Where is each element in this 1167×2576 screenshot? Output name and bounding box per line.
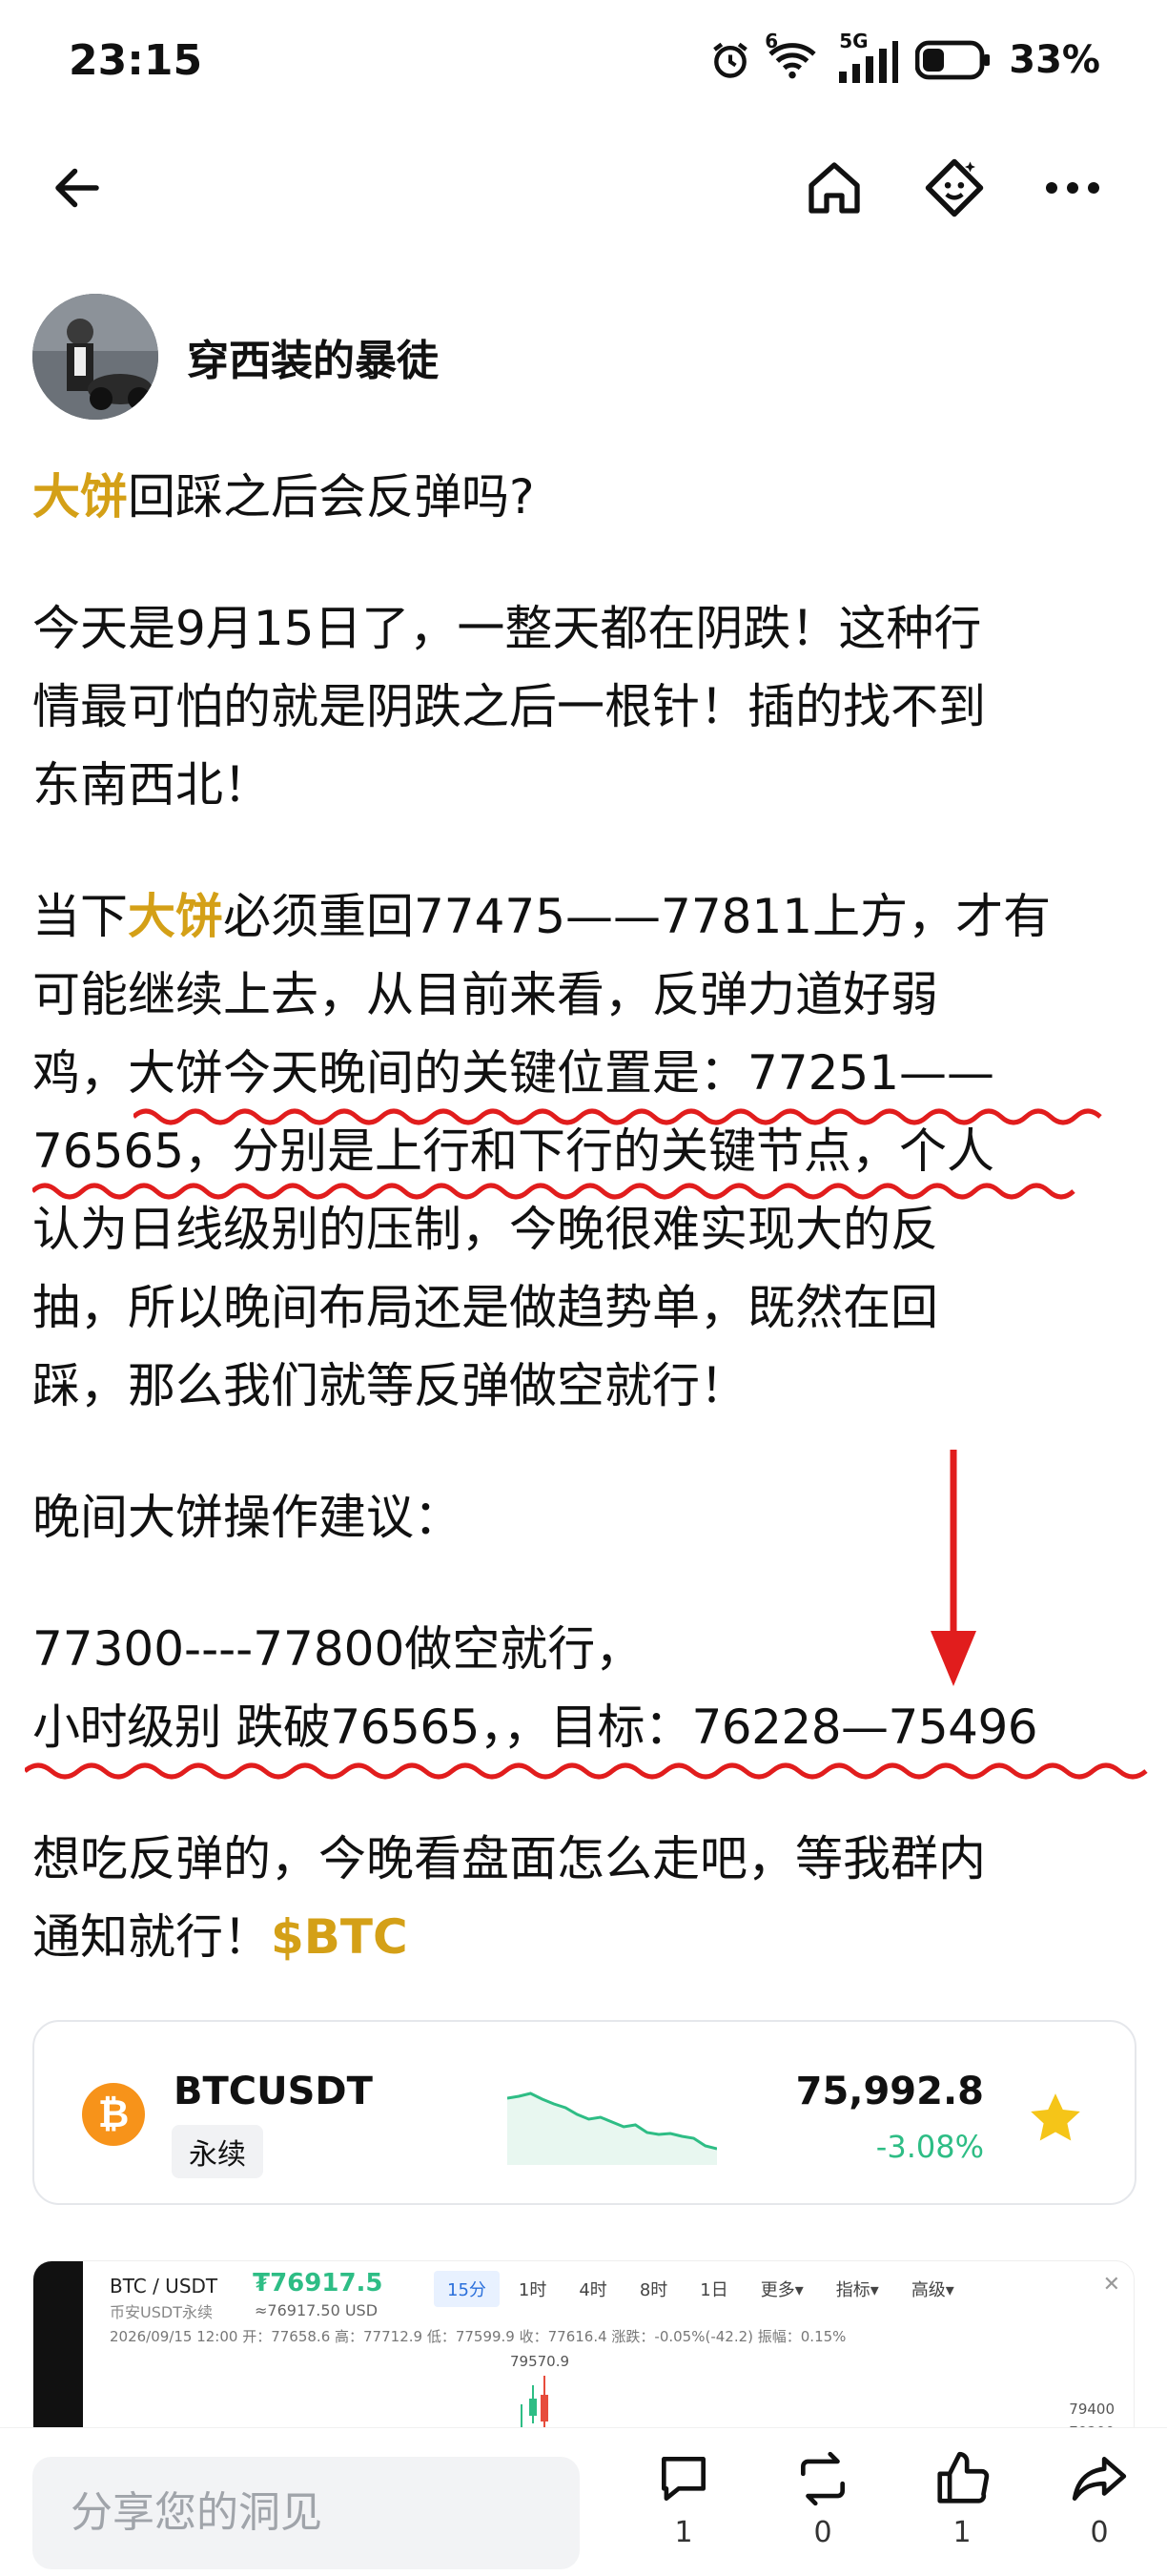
- cp-price-sub: ≈76917.50 USD: [255, 2301, 379, 2319]
- wifi-label: 6: [765, 30, 779, 52]
- title-rest: 回踩之后会反弹吗?: [128, 469, 535, 525]
- status-bar: 23:15 6 5G 33%: [0, 0, 1167, 134]
- cp-sub: 币安USDT永续: [110, 2303, 213, 2321]
- status-time: 23:15: [69, 36, 203, 85]
- post-body: 大饼回踩之后会反弹吗? 今天是9月15日了，一整天都在阴跌！这种行 情最可怕的就…: [32, 458, 1129, 1976]
- alarm-icon: [713, 42, 748, 78]
- back-button[interactable]: [44, 155, 111, 221]
- p5-text: 通知就行！: [32, 1909, 271, 1965]
- p2-line: 抽，所以晚间布局还是做趋势单，既然在回: [32, 1280, 938, 1335]
- smart-tag-button[interactable]: [921, 155, 988, 221]
- share-count: 0: [1090, 2516, 1109, 2549]
- red-arrow: [931, 1450, 976, 1686]
- p2-line: 当下大饼必须重回77475——77811上方，才有: [32, 877, 1129, 956]
- repost-icon: [801, 2451, 845, 2506]
- cp-interval-tab[interactable]: 15分: [434, 2271, 500, 2307]
- thumbs-up-icon: [937, 2451, 990, 2504]
- btc-coin-icon: ₿: [82, 2083, 145, 2146]
- ticker-card[interactable]: ₿ BTCUSDT 永续 75,992.8 -3.08%: [32, 2020, 1136, 2205]
- cp-pair: BTC / USDT: [110, 2275, 218, 2298]
- more-icon: [1046, 182, 1099, 194]
- top-nav: [0, 134, 1167, 238]
- cp-interval-tab[interactable]: 高级▾: [898, 2271, 968, 2307]
- share-arrow-icon: [1072, 2457, 1127, 2501]
- red-underline-3: [25, 1762, 1148, 1780]
- p1-line: 今天是9月15日了，一整天都在阴跌！这种行: [32, 601, 982, 656]
- cp-interval-tab[interactable]: 4时: [565, 2271, 620, 2307]
- more-button[interactable]: [1039, 155, 1106, 221]
- cp-axis-label: 79400: [1069, 2401, 1115, 2418]
- comment-count: 1: [674, 2516, 693, 2549]
- title-highlight: 大饼: [32, 469, 128, 525]
- cp-interval-tab[interactable]: 8时: [626, 2271, 681, 2307]
- sparkline-area: [507, 2093, 717, 2165]
- ticker-change: -3.08%: [875, 2129, 984, 2165]
- p5-line: 通知就行！$BTC: [32, 1898, 1129, 1976]
- cp-interval-tab[interactable]: 1日: [686, 2271, 741, 2307]
- author-name[interactable]: 穿西装的暴徒: [187, 326, 439, 387]
- cp-interval-tab[interactable]: 指标▾: [823, 2271, 892, 2307]
- red-underline-2: [32, 1183, 1075, 1200]
- home-button[interactable]: [801, 155, 868, 221]
- post-title: 大饼回踩之后会反弹吗?: [32, 458, 1129, 536]
- p1-line: 东南西北！: [32, 757, 271, 813]
- p2-pre: 当下: [32, 889, 128, 944]
- comment-icon: [662, 2457, 706, 2501]
- share-input[interactable]: 分享您的洞见: [32, 2457, 580, 2569]
- home-icon: [809, 162, 860, 214]
- back-arrow-icon: [55, 168, 99, 208]
- battery-icon: [915, 40, 991, 80]
- cp-interval-tab[interactable]: 1时: [505, 2271, 560, 2307]
- p2-line: 踩，那么我们就等反弹做空就行！: [32, 1358, 747, 1413]
- favorite-star-icon[interactable]: [1026, 2089, 1085, 2148]
- avatar-image: [32, 294, 158, 420]
- p5-line: 想吃反弹的，今晚看盘面怎么走吧，等我群内: [32, 1831, 986, 1886]
- status-icons: 6 5G 33%: [709, 30, 1100, 83]
- battery-percent: 33%: [1009, 38, 1100, 82]
- repost-count: 0: [813, 2516, 832, 2549]
- cp-ohlc: 2026/09/15 12:00 开：77658.6 高：77712.9 低：7…: [110, 2328, 847, 2345]
- share-button[interactable]: 0: [1056, 2449, 1142, 2549]
- p2-post: 必须重回77475——77811上方，才有: [223, 889, 1052, 944]
- avatar[interactable]: [32, 294, 158, 420]
- cp-close-icon[interactable]: ✕: [1103, 2273, 1120, 2297]
- repost-button[interactable]: 0: [780, 2449, 866, 2549]
- p2-line: 可能继续上去，从目前来看，反弹力道好弱: [32, 967, 938, 1022]
- ticker-symbol: BTCUSDT: [174, 2070, 373, 2113]
- p1-line: 情最可怕的就是阴跌之后一根针！插的找不到: [32, 679, 986, 734]
- p2-highlight: 大饼: [128, 889, 223, 944]
- cp-interval-tabs: 15分 1时 4时 8时 1日 更多▾ 指标▾ 高级▾: [434, 2271, 973, 2307]
- like-button[interactable]: 1: [919, 2449, 1005, 2549]
- comment-button[interactable]: 1: [641, 2449, 727, 2549]
- btc-cashtag[interactable]: $BTC: [271, 1909, 408, 1965]
- author-header[interactable]: 穿西装的暴徒: [32, 294, 439, 420]
- sparkline: [507, 2092, 717, 2165]
- bottom-action-bar: 分享您的洞见 1 0 1 0: [0, 2427, 1167, 2576]
- like-count: 1: [952, 2516, 972, 2549]
- ticker-type: 永续: [172, 2125, 263, 2178]
- ticker-price: 75,992.8: [795, 2070, 984, 2113]
- p4-line: 小时级别 跌破76565，，目标：76228—75496: [32, 1700, 1038, 1755]
- cp-price: ₮76917.5: [253, 2269, 383, 2298]
- signal-icon: 5G: [839, 30, 899, 83]
- wifi-icon: 6: [765, 30, 822, 81]
- smart-tag-icon: [925, 158, 984, 217]
- red-underline-1: [133, 1108, 1102, 1125]
- cp-interval-tab[interactable]: 更多▾: [747, 2271, 817, 2307]
- p2-line: 鸡，大饼今天晚间的关键位置是：77251——: [32, 1045, 995, 1101]
